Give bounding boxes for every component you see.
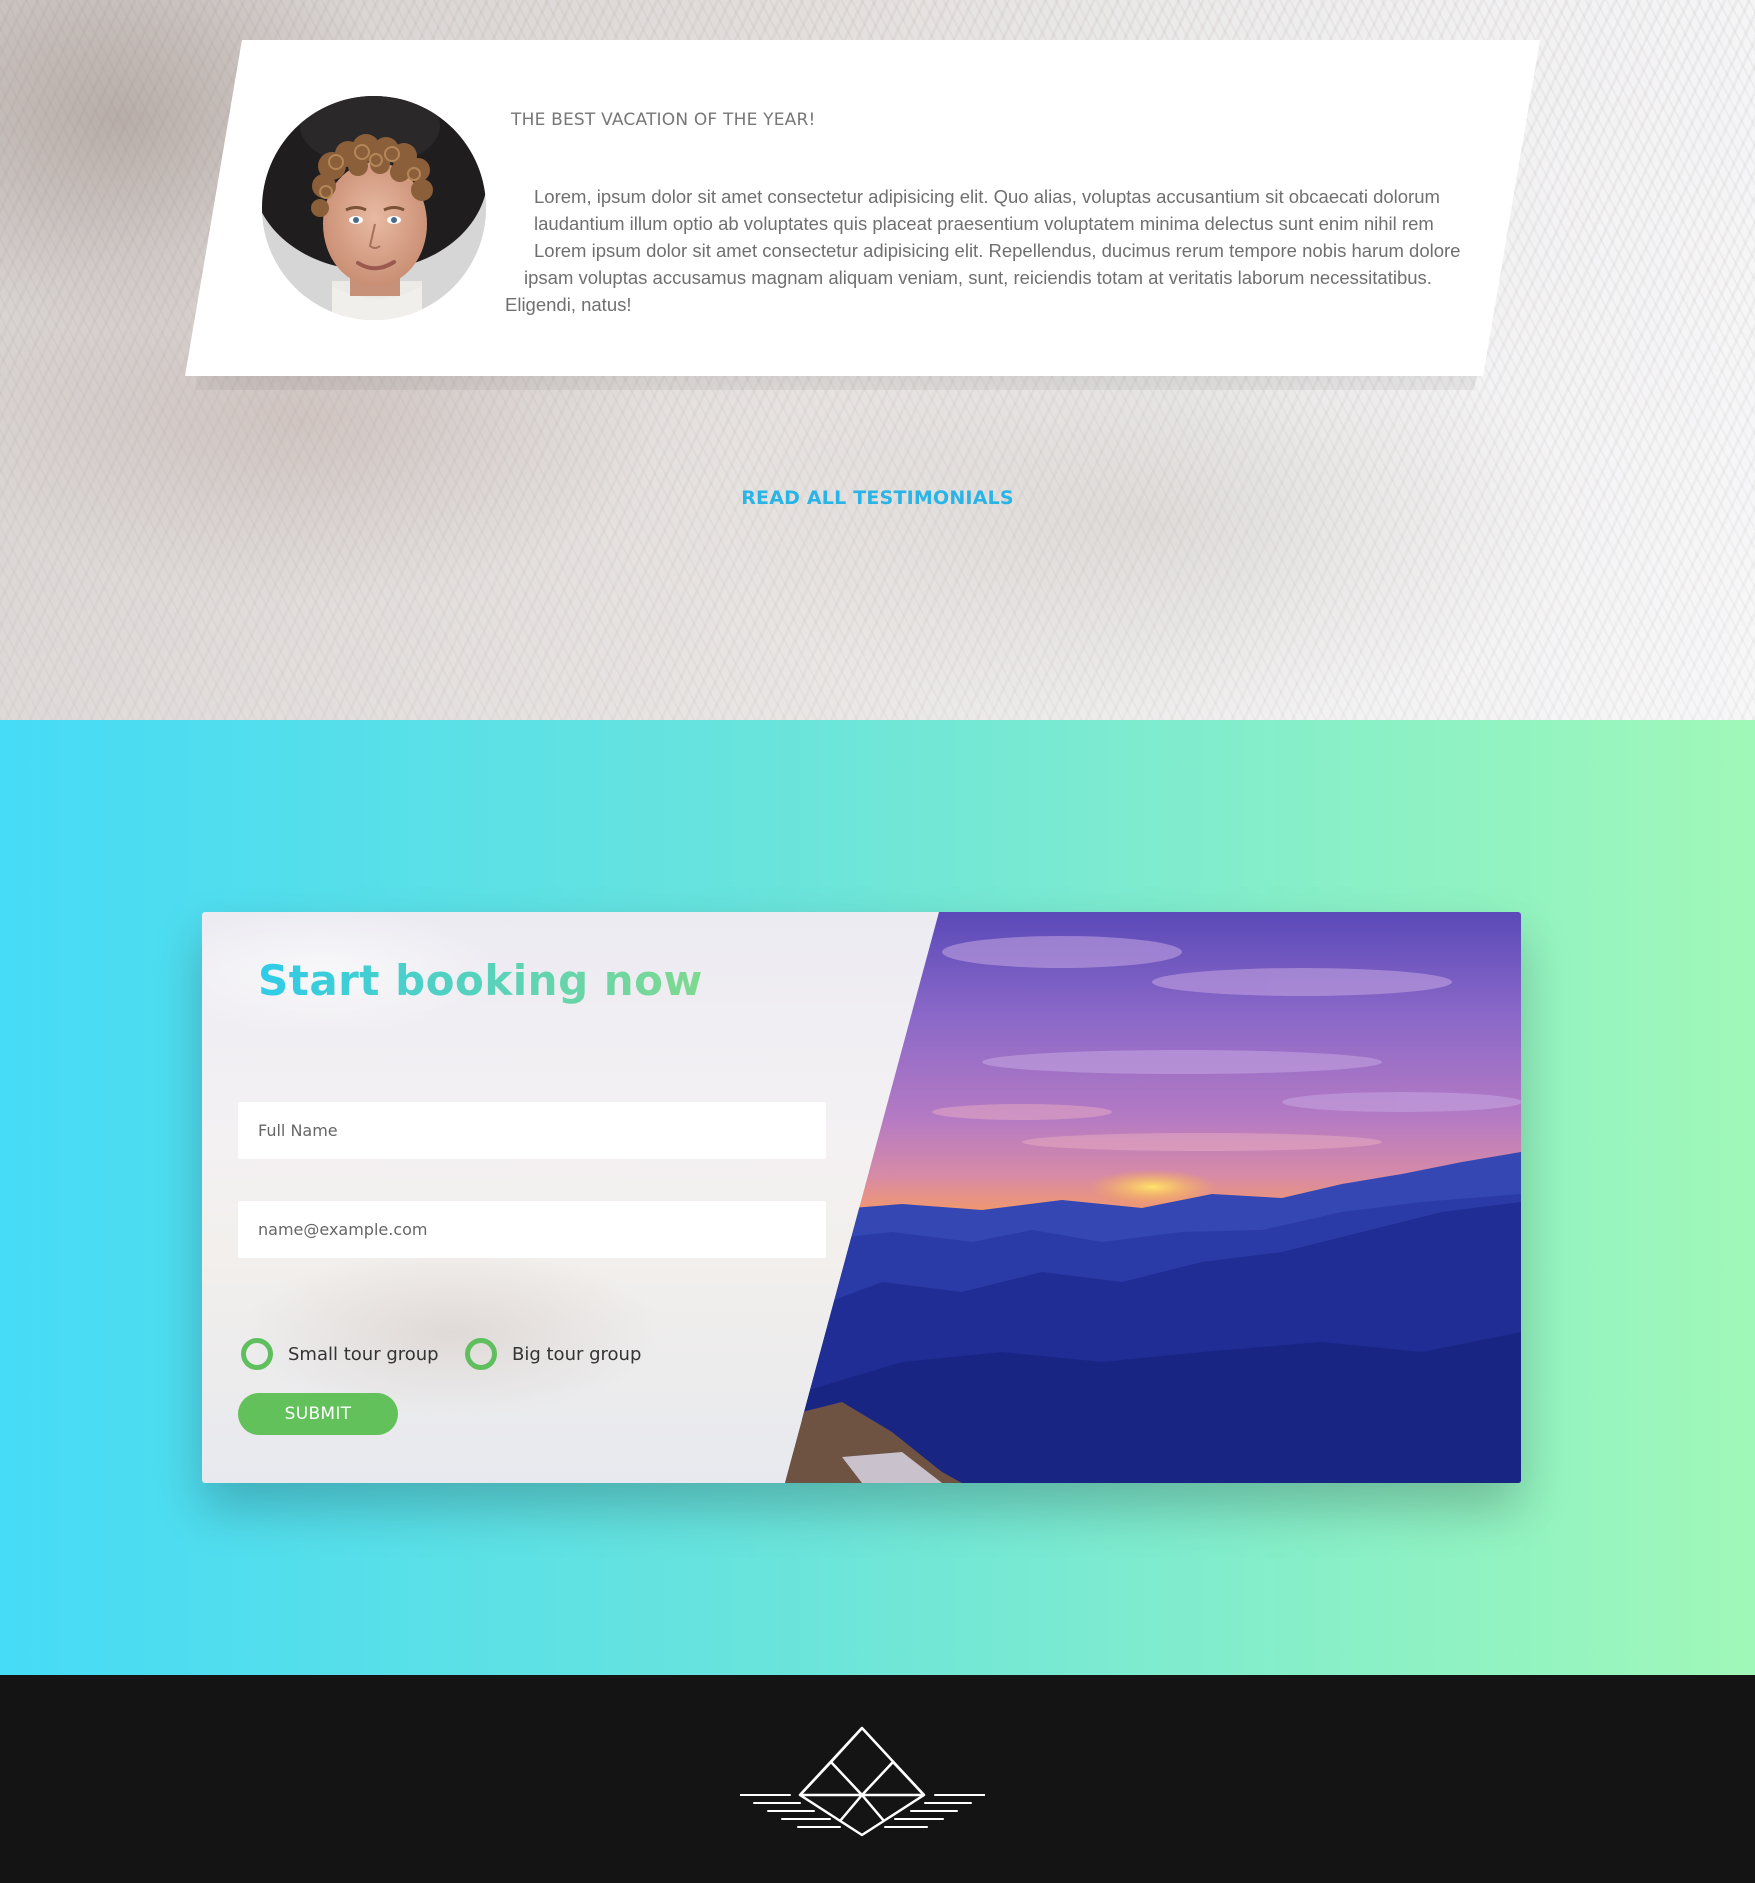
testimonial-text-line: Lorem, ipsum dolor sit amet consectetur … [534, 186, 1440, 207]
read-all-testimonials-link[interactable]: READ ALL TESTIMONIALS [0, 487, 1755, 509]
booking-heading: Start booking now [258, 956, 703, 1005]
small-tour-group-radio[interactable]: Small tour group [241, 1338, 439, 1370]
testimonial-text-line: ipsam voluptas accusamus magnam aliquam … [524, 267, 1432, 288]
booking-card: Start booking now Small tour group Big t… [202, 912, 1521, 1483]
footer [0, 1675, 1755, 1883]
mountain-logo-icon[interactable] [739, 1725, 986, 1844]
testimonial-text: Lorem, ipsum dolor sit amet consectetur … [505, 183, 1485, 318]
testimonial-text-line: laudantium illum optio ab voluptates qui… [534, 213, 1434, 234]
radio-circle-icon[interactable] [241, 1338, 273, 1370]
testimonial-text-line: Eligendi, natus! [505, 294, 632, 315]
full-name-input[interactable] [238, 1102, 826, 1159]
radio-circle-icon[interactable] [465, 1338, 497, 1370]
submit-button[interactable]: SUBMIT [238, 1393, 398, 1435]
avatar-portrait-image [262, 96, 486, 320]
testimonial-title: THE BEST VACATION OF THE YEAR! [511, 110, 816, 130]
radio-label: Big tour group [512, 1343, 642, 1365]
radio-label: Small tour group [288, 1343, 439, 1365]
testimonial-section: THE BEST VACATION OF THE YEAR! Lorem, ip… [0, 0, 1755, 720]
avatar [262, 96, 486, 320]
big-tour-group-radio[interactable]: Big tour group [465, 1338, 641, 1370]
booking-section: Start booking now Small tour group Big t… [0, 720, 1755, 1675]
email-input[interactable] [238, 1201, 826, 1258]
testimonial-text-line: Lorem ipsum dolor sit amet consectetur a… [534, 240, 1461, 261]
